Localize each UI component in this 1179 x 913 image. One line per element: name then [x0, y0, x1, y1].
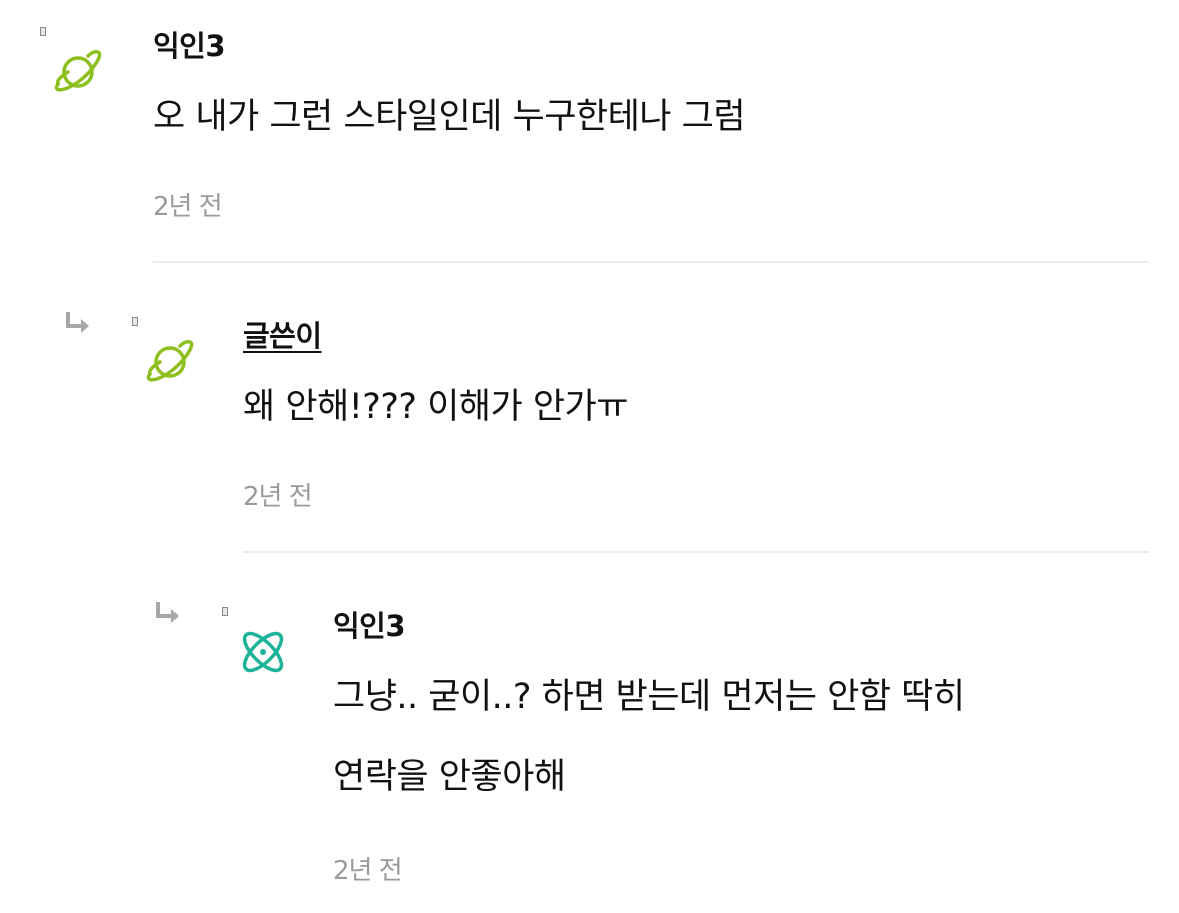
comment-reply: 글쓴이 왜 안해!??? 이해가 안가ㅠ 2년 전 [0, 290, 1179, 555]
atom-icon[interactable] [235, 624, 291, 680]
comment-time: 2년 전 [243, 482, 313, 512]
comment-text-line-1: 그냥.. 굳이..? 하면 받는데 먼저는 안함 딱히 [333, 677, 965, 717]
comment-text: 왜 안해!??? 이해가 안가ㅠ [243, 387, 628, 427]
comment-time: 2년 전 [333, 856, 403, 886]
reply-arrow-icon [66, 312, 89, 333]
level-badge-icon [222, 607, 228, 616]
comment-author[interactable]: 익인3 [333, 603, 406, 645]
comment-text: 오 내가 그런 스타일인데 누구한테나 그럼 [153, 97, 746, 137]
level-badge-icon [40, 27, 46, 36]
comment-reply: 익인3 그냥.. 굳이..? 하면 받는데 먼저는 안함 딱히 연락을 안좋아해… [0, 580, 1179, 913]
planet-icon[interactable] [142, 334, 198, 390]
divider [243, 551, 1149, 553]
comment-text-line-2: 연락을 안좋아해 [333, 757, 566, 797]
level-badge-icon [132, 317, 138, 326]
reply-arrow-icon [156, 602, 179, 623]
comment-author-op[interactable]: 글쓴이 [243, 313, 322, 355]
comment-time: 2년 전 [153, 192, 223, 222]
divider [153, 261, 1149, 263]
comment: 익인3 오 내가 그런 스타일인데 누구한테나 그럼 2년 전 [0, 0, 1179, 265]
comment-author[interactable]: 익인3 [153, 23, 226, 65]
planet-icon[interactable] [50, 44, 106, 100]
